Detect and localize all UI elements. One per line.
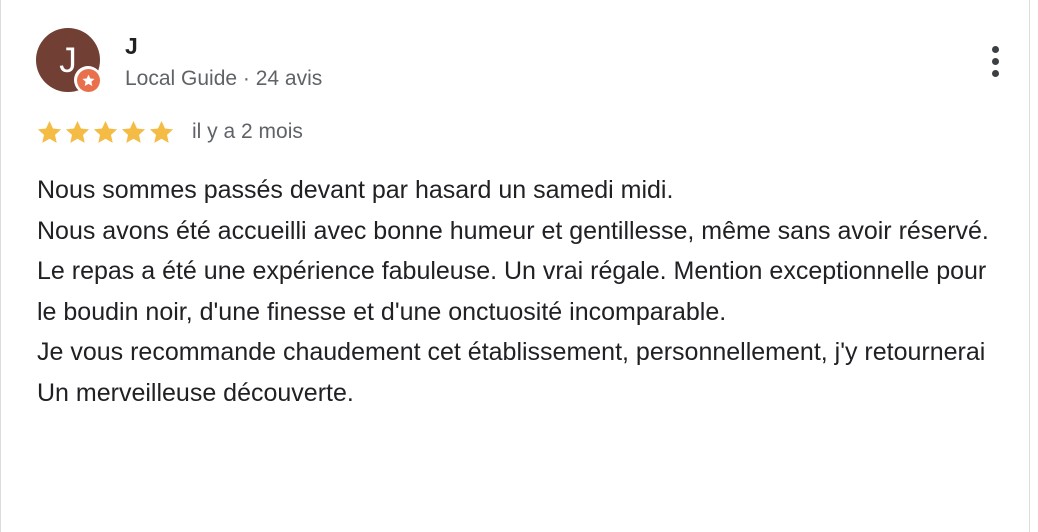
local-guide-badge xyxy=(74,66,102,94)
star-icon xyxy=(121,120,146,143)
review-text-line: Nous sommes passés devant par hasard un … xyxy=(37,176,674,204)
reviewer-meta[interactable]: Local Guide · 24 avis xyxy=(125,66,322,92)
review-card: J J Local Guide · 24 avis il y a 2 mois … xyxy=(0,0,1030,532)
star-icon xyxy=(65,120,90,143)
review-text-line: Un merveilleuse découverte. xyxy=(37,378,354,407)
review-text: Nous sommes passés devant par hasard un … xyxy=(37,170,1012,413)
more-options-button[interactable] xyxy=(975,39,1015,83)
local-guide-star-icon xyxy=(76,68,100,92)
star-icon xyxy=(149,120,174,143)
more-vert-icon-dot xyxy=(991,57,999,65)
reviewer-name[interactable]: J xyxy=(125,32,138,60)
rating-row: il y a 2 mois xyxy=(36,117,303,147)
star-icon xyxy=(93,120,118,143)
more-vert-icon-dot xyxy=(991,45,999,53)
review-text-line: Je vous recommande chaudement cet établi… xyxy=(37,338,986,366)
review-date: il y a 2 mois xyxy=(192,120,303,143)
avatar-initial: J xyxy=(59,40,77,80)
review-text-line: Le repas a été une expérience fabuleuse.… xyxy=(37,257,987,326)
more-vert-icon-dot xyxy=(991,69,999,77)
star-rating xyxy=(36,119,175,146)
star-icon xyxy=(37,120,62,143)
review-text-line: Nous avons été accueilli avec bonne hume… xyxy=(37,216,989,245)
